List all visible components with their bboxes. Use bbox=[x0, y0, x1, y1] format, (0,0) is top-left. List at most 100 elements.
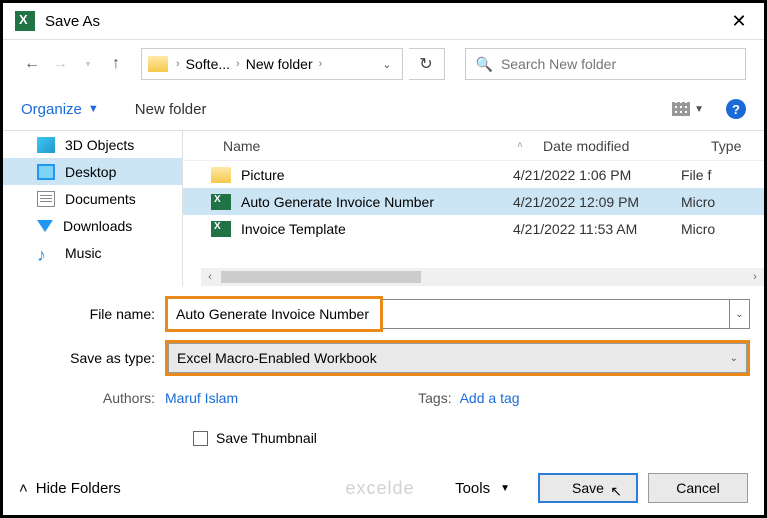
sidebar-item-music[interactable]: ♪ Music bbox=[3, 239, 182, 266]
file-row[interactable]: Invoice Template 4/21/2022 11:53 AM Micr… bbox=[183, 215, 764, 242]
file-type: Micro bbox=[681, 221, 715, 237]
authors-label: Authors: bbox=[17, 390, 165, 406]
grid-icon bbox=[672, 102, 690, 116]
filename-row: File name: ⌄ bbox=[17, 296, 750, 332]
col-name[interactable]: Name bbox=[183, 138, 503, 154]
tools-label: Tools bbox=[455, 480, 490, 497]
file-row[interactable]: Auto Generate Invoice Number 4/21/2022 1… bbox=[183, 188, 764, 215]
music-icon: ♪ bbox=[37, 245, 55, 261]
scroll-right-icon[interactable]: › bbox=[746, 271, 764, 283]
breadcrumb-item[interactable]: New folder bbox=[242, 56, 317, 72]
chevron-right-icon: › bbox=[234, 58, 242, 70]
scroll-thumb[interactable] bbox=[221, 271, 421, 283]
download-icon bbox=[37, 220, 53, 232]
file-list: Name ˄ Date modified Type Picture 4/21/2… bbox=[183, 131, 764, 286]
cancel-button[interactable]: Cancel bbox=[648, 473, 748, 503]
search-box[interactable]: 🔍 bbox=[465, 48, 747, 80]
desktop-icon bbox=[37, 164, 55, 180]
nav-bar: ← → ▾ ↑ › Softe... › New folder › ⌄ ↻ 🔍 bbox=[3, 40, 764, 88]
save-button[interactable]: Save ↖ bbox=[538, 473, 638, 503]
refresh-button[interactable]: ↻ bbox=[409, 48, 445, 80]
sidebar-item-label: 3D Objects bbox=[65, 137, 134, 153]
scroll-left-icon[interactable]: ‹ bbox=[201, 271, 219, 283]
tools-button[interactable]: Tools ▼ bbox=[455, 480, 510, 497]
document-icon bbox=[37, 191, 55, 207]
chevron-down-icon: ▼ bbox=[500, 483, 510, 494]
excel-file-icon bbox=[211, 221, 231, 237]
file-row[interactable]: Picture 4/21/2022 1:06 PM File f bbox=[183, 161, 764, 188]
organize-button[interactable]: Organize ▼ bbox=[21, 101, 99, 118]
folder-icon bbox=[211, 167, 231, 183]
col-date[interactable]: Date modified bbox=[543, 138, 711, 154]
organize-label: Organize bbox=[21, 101, 82, 118]
hide-folders-button[interactable]: ˄ Hide Folders bbox=[19, 480, 121, 497]
cancel-label: Cancel bbox=[676, 480, 720, 496]
sidebar-item-label: Downloads bbox=[63, 218, 132, 234]
chevron-down-icon: ▼ bbox=[694, 104, 704, 115]
forward-button[interactable]: → bbox=[49, 53, 71, 75]
excel-icon bbox=[15, 11, 35, 31]
file-name: Picture bbox=[241, 167, 513, 183]
horizontal-scrollbar[interactable]: ‹ › bbox=[201, 268, 764, 286]
sidebar-item-label: Desktop bbox=[65, 164, 116, 180]
thumbnail-row: Save Thumbnail bbox=[3, 412, 764, 446]
file-date: 4/21/2022 11:53 AM bbox=[513, 221, 681, 237]
watermark: excelde bbox=[346, 478, 415, 499]
type-label: Save as type: bbox=[17, 350, 165, 366]
col-type[interactable]: Type bbox=[711, 138, 761, 154]
chevron-right-icon: › bbox=[317, 58, 325, 70]
search-input[interactable] bbox=[501, 56, 735, 72]
file-date: 4/21/2022 1:06 PM bbox=[513, 167, 681, 183]
breadcrumb-item[interactable]: Softe... bbox=[182, 56, 234, 72]
close-button[interactable]: ✕ bbox=[716, 11, 762, 32]
footer: ˄ Hide Folders excelde Tools ▼ Save ↖ Ca… bbox=[3, 473, 764, 503]
save-thumbnail-checkbox[interactable] bbox=[193, 431, 208, 446]
sort-indicator-icon: ˄ bbox=[503, 140, 543, 151]
back-button[interactable]: ← bbox=[21, 53, 43, 75]
file-type: Micro bbox=[681, 194, 715, 210]
filelist-header: Name ˄ Date modified Type bbox=[183, 131, 764, 161]
sidebar-item-label: Music bbox=[65, 245, 102, 261]
sidebar-item-documents[interactable]: Documents bbox=[3, 185, 182, 212]
search-icon: 🔍 bbox=[476, 56, 493, 73]
filename-input-ext[interactable] bbox=[383, 299, 730, 329]
breadcrumb-dropdown[interactable]: ⌄ bbox=[372, 58, 401, 71]
chevron-down-icon: ▼ bbox=[88, 103, 99, 115]
type-value: Excel Macro-Enabled Workbook bbox=[177, 350, 377, 366]
save-label: Save bbox=[572, 480, 604, 496]
chevron-up-icon: ˄ bbox=[19, 480, 28, 497]
up-button[interactable]: ↑ bbox=[105, 53, 127, 75]
main-pane: 3D Objects Desktop Documents Downloads ♪… bbox=[3, 130, 764, 286]
meta-row: Authors: Maruf Islam Tags: Add a tag bbox=[3, 384, 764, 412]
sidebar-item-label: Documents bbox=[65, 191, 136, 207]
authors-value[interactable]: Maruf Islam bbox=[165, 390, 238, 406]
chevron-right-icon: › bbox=[174, 58, 182, 70]
sidebar: 3D Objects Desktop Documents Downloads ♪… bbox=[3, 131, 183, 286]
filename-input[interactable] bbox=[168, 299, 380, 329]
file-name: Invoice Template bbox=[241, 221, 513, 237]
recent-dropdown[interactable]: ▾ bbox=[77, 53, 99, 75]
help-button[interactable]: ? bbox=[726, 99, 746, 119]
folder-icon bbox=[148, 56, 168, 72]
save-thumbnail-label: Save Thumbnail bbox=[216, 430, 317, 446]
view-button[interactable]: ▼ bbox=[672, 102, 704, 116]
cube-icon bbox=[37, 137, 55, 153]
filename-dropdown[interactable]: ⌄ bbox=[730, 299, 750, 329]
breadcrumb[interactable]: › Softe... › New folder › ⌄ bbox=[141, 48, 403, 80]
sidebar-item-3d-objects[interactable]: 3D Objects bbox=[3, 131, 182, 158]
file-date: 4/21/2022 12:09 PM bbox=[513, 194, 681, 210]
tags-label: Tags: bbox=[418, 390, 451, 406]
chevron-down-icon: ⌄ bbox=[730, 353, 738, 364]
sidebar-item-desktop[interactable]: Desktop bbox=[3, 158, 182, 185]
hide-folders-label: Hide Folders bbox=[36, 480, 121, 497]
file-name: Auto Generate Invoice Number bbox=[241, 194, 513, 210]
tags-value[interactable]: Add a tag bbox=[460, 390, 520, 406]
newfolder-button[interactable]: New folder bbox=[135, 101, 207, 118]
titlebar: Save As ✕ bbox=[3, 3, 764, 39]
dialog-title: Save As bbox=[45, 13, 100, 30]
sidebar-item-downloads[interactable]: Downloads bbox=[3, 212, 182, 239]
cursor-icon: ↖ bbox=[610, 483, 622, 500]
file-type: File f bbox=[681, 167, 711, 183]
filename-label: File name: bbox=[17, 306, 165, 322]
type-select[interactable]: Excel Macro-Enabled Workbook ⌄ bbox=[168, 343, 747, 373]
